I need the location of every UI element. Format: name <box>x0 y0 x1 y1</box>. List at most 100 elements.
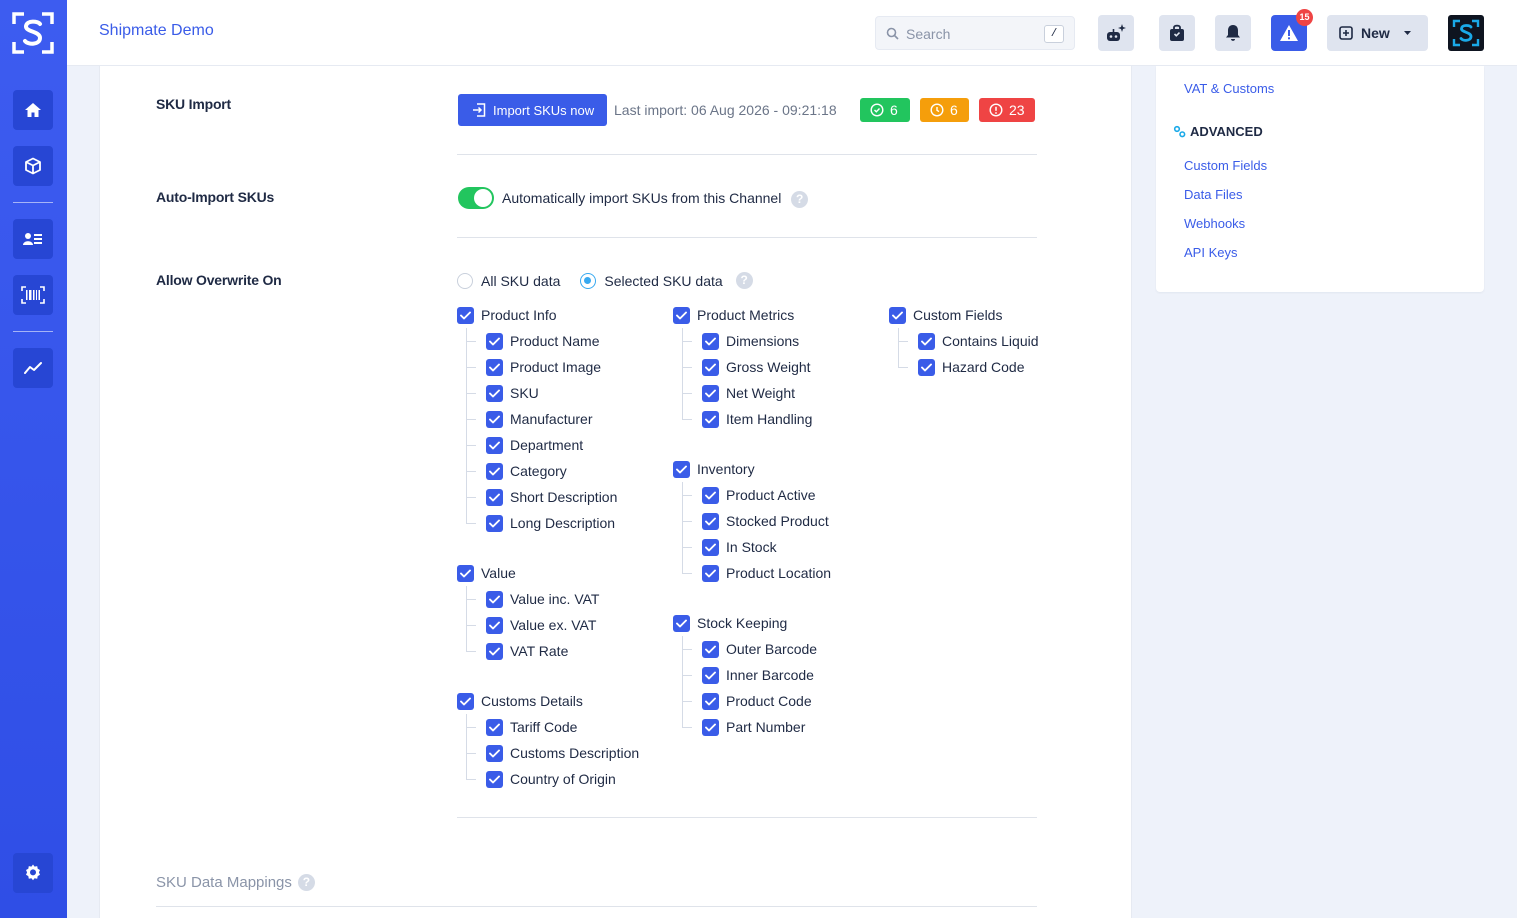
search-box[interactable]: / <box>875 16 1075 50</box>
checkbox-row-custom-fields[interactable]: Custom Fields <box>889 302 1039 328</box>
checkbox-row-inventory[interactable]: Inventory <box>673 456 831 482</box>
menu-link-api-keys[interactable]: API Keys <box>1184 245 1237 260</box>
help-icon[interactable]: ? <box>735 272 753 289</box>
checkbox-row-department[interactable]: Department <box>465 432 617 458</box>
checkbox-stocked-product[interactable] <box>702 512 719 530</box>
checkbox-row-outer-barcode[interactable]: Outer Barcode <box>681 636 817 662</box>
checkbox-row-value-inc-vat[interactable]: Value inc. VAT <box>465 586 599 612</box>
checkbox-product-name[interactable] <box>486 332 503 350</box>
checkbox-row-country-of-origin[interactable]: Country of Origin <box>465 766 639 792</box>
alerts-button[interactable]: 15 <box>1271 9 1313 51</box>
nav-settings-icon[interactable] <box>13 853 53 893</box>
checkbox-tariff-code[interactable] <box>486 718 503 736</box>
checkbox-row-product-name[interactable]: Product Name <box>465 328 617 354</box>
checkbox-row-customs-description[interactable]: Customs Description <box>465 740 639 766</box>
import-skus-button[interactable]: Import SKUs now <box>458 94 607 126</box>
checkbox-sku[interactable] <box>486 384 503 402</box>
auto-import-toggle[interactable] <box>458 187 494 209</box>
checkbox-short-description[interactable] <box>486 488 503 506</box>
checkbox-row-part-number[interactable]: Part Number <box>681 714 817 740</box>
checkbox-country-of-origin[interactable] <box>486 770 503 788</box>
nav-barcode-icon[interactable] <box>13 275 53 315</box>
search-input[interactable] <box>906 23 1036 45</box>
checkbox-part-number[interactable] <box>702 718 719 736</box>
checkbox-row-product-code[interactable]: Product Code <box>681 688 817 714</box>
orders-button[interactable] <box>1159 15 1195 51</box>
checkbox-inventory[interactable] <box>673 460 690 478</box>
checkbox-in-stock[interactable] <box>702 538 719 556</box>
checkbox-row-manufacturer[interactable]: Manufacturer <box>465 406 617 432</box>
checkbox-inner-barcode[interactable] <box>702 666 719 684</box>
menu-link-webhooks[interactable]: Webhooks <box>1184 216 1245 231</box>
checkbox-customs-description[interactable] <box>486 744 503 762</box>
checkbox-row-value[interactable]: Value <box>457 560 599 586</box>
ai-assistant-button[interactable] <box>1098 15 1134 51</box>
checkbox-row-customs-details[interactable]: Customs Details <box>457 688 639 714</box>
menu-link-vat-customs[interactable]: VAT & Customs <box>1184 81 1274 96</box>
checkbox-row-item-handling[interactable]: Item Handling <box>681 406 812 432</box>
error-count-badge[interactable]: 23 <box>979 98 1035 122</box>
account-avatar[interactable] <box>1448 15 1484 51</box>
checkbox-row-hazard-code[interactable]: Hazard Code <box>898 354 1039 380</box>
checkbox-row-sku[interactable]: SKU <box>465 380 617 406</box>
checkbox-product-code[interactable] <box>702 692 719 710</box>
checkbox-row-product-active[interactable]: Product Active <box>681 482 831 508</box>
checkbox-row-value-ex-vat[interactable]: Value ex. VAT <box>465 612 599 638</box>
checkbox-row-tariff-code[interactable]: Tariff Code <box>465 714 639 740</box>
checkbox-product-image[interactable] <box>486 358 503 376</box>
checkbox-row-in-stock[interactable]: In Stock <box>681 534 831 560</box>
help-icon[interactable]: ? <box>297 874 315 891</box>
checkbox-outer-barcode[interactable] <box>702 640 719 658</box>
checkbox-row-product-metrics[interactable]: Product Metrics <box>673 302 812 328</box>
checkbox-row-dimensions[interactable]: Dimensions <box>681 328 812 354</box>
checkbox-value[interactable] <box>457 564 474 582</box>
checkbox-row-short-description[interactable]: Short Description <box>465 484 617 510</box>
checkbox-dimensions[interactable] <box>702 332 719 350</box>
shipmate-logo-icon[interactable] <box>12 12 54 54</box>
checkbox-custom-fields[interactable] <box>889 306 906 324</box>
checkbox-customs-details[interactable] <box>457 692 474 710</box>
checkbox-product-active[interactable] <box>702 486 719 504</box>
checkbox-value-inc-vat[interactable] <box>486 590 503 608</box>
checkbox-row-product-image[interactable]: Product Image <box>465 354 617 380</box>
checkbox-product-info[interactable] <box>457 306 474 324</box>
checkbox-row-stock-keeping[interactable]: Stock Keeping <box>673 610 817 636</box>
checkbox-row-product-info[interactable]: Product Info <box>457 302 617 328</box>
checkbox-gross-weight[interactable] <box>702 358 719 376</box>
nav-box-icon[interactable] <box>13 146 53 186</box>
checkbox-category[interactable] <box>486 462 503 480</box>
checkbox-manufacturer[interactable] <box>486 410 503 428</box>
warning-count-badge[interactable]: 6 <box>920 98 969 122</box>
checkbox-row-net-weight[interactable]: Net Weight <box>681 380 812 406</box>
checkbox-row-vat-rate[interactable]: VAT Rate <box>465 638 599 664</box>
nav-contacts-icon[interactable] <box>13 219 53 259</box>
checkbox-stock-keeping[interactable] <box>673 614 690 632</box>
checkbox-net-weight[interactable] <box>702 384 719 402</box>
checkbox-long-description[interactable] <box>486 514 503 532</box>
checkbox-vat-rate[interactable] <box>486 642 503 660</box>
checkbox-row-inner-barcode[interactable]: Inner Barcode <box>681 662 817 688</box>
checkbox-contains-liquid[interactable] <box>918 332 935 350</box>
checkbox-row-gross-weight[interactable]: Gross Weight <box>681 354 812 380</box>
checkbox-department[interactable] <box>486 436 503 454</box>
checkbox-hazard-code[interactable] <box>918 358 935 376</box>
checkbox-item-handling[interactable] <box>702 410 719 428</box>
checkbox-row-contains-liquid[interactable]: Contains Liquid <box>898 328 1039 354</box>
nav-analytics-icon[interactable] <box>13 348 53 388</box>
radio-all-sku-data[interactable] <box>457 272 473 289</box>
nav-home-icon[interactable] <box>13 90 53 130</box>
menu-link-data-files[interactable]: Data Files <box>1184 187 1243 202</box>
help-icon[interactable]: ? <box>791 190 809 208</box>
menu-link-custom-fields[interactable]: Custom Fields <box>1184 158 1267 173</box>
checkbox-row-category[interactable]: Category <box>465 458 617 484</box>
success-count-badge[interactable]: 6 <box>860 98 910 122</box>
checkbox-row-product-location[interactable]: Product Location <box>681 560 831 586</box>
new-button[interactable]: New <box>1327 15 1428 51</box>
app-title[interactable]: Shipmate Demo <box>99 22 214 40</box>
checkbox-product-location[interactable] <box>702 564 719 582</box>
radio-selected-sku-data[interactable] <box>580 272 597 289</box>
notifications-button[interactable] <box>1215 15 1251 51</box>
checkbox-value-ex-vat[interactable] <box>486 616 503 634</box>
checkbox-product-metrics[interactable] <box>673 306 690 324</box>
checkbox-row-long-description[interactable]: Long Description <box>465 510 617 536</box>
